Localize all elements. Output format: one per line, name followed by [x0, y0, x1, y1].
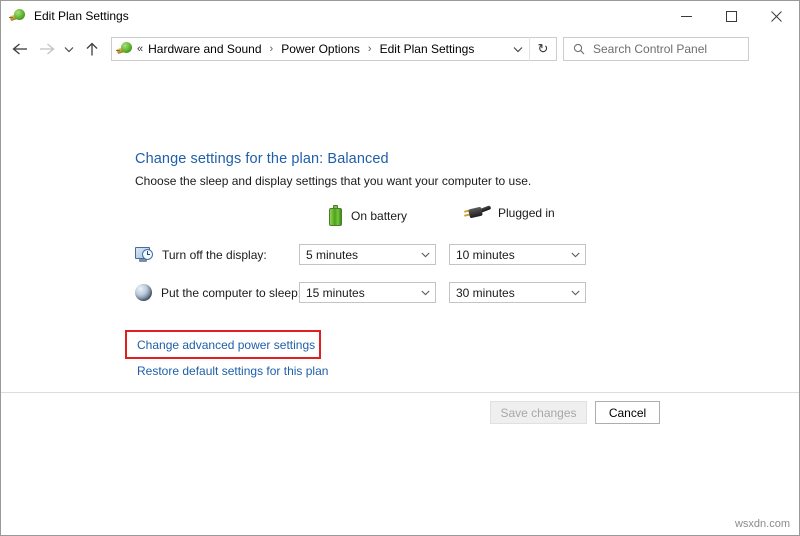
breadcrumb-separator[interactable]: ›: [362, 43, 378, 55]
navigation-bar: « Hardware and Sound › Power Options › E…: [1, 31, 799, 67]
setting-label: Turn off the display:: [162, 248, 267, 262]
minimize-icon[interactable]: [664, 1, 709, 31]
search-icon: [573, 43, 585, 55]
dropdown-display-on-battery[interactable]: 5 minutes: [299, 244, 436, 265]
page-title: Change settings for the plan: Balanced: [135, 151, 389, 167]
breadcrumb-item-edit-plan-settings[interactable]: Edit Plan Settings: [378, 41, 477, 57]
edit-plan-settings-window: Edit Plan Settings: [0, 0, 800, 536]
chevron-down-icon[interactable]: [415, 290, 435, 296]
column-header-plugged-in-label: Plugged in: [498, 206, 555, 220]
title-bar-left: Edit Plan Settings: [1, 8, 129, 24]
page-subtitle: Choose the sleep and display settings th…: [135, 174, 531, 188]
content-area: Change settings for the plan: Balanced C…: [1, 67, 799, 535]
dropdown-display-plugged-in[interactable]: 10 minutes: [449, 244, 586, 265]
window-title: Edit Plan Settings: [34, 10, 129, 22]
cancel-button[interactable]: Cancel: [595, 401, 660, 424]
close-icon[interactable]: [754, 1, 799, 31]
power-plan-icon: [10, 8, 26, 24]
battery-icon: [329, 205, 342, 226]
dropdown-sleep-on-battery-value: 15 minutes: [306, 287, 365, 299]
breadcrumb: « Hardware and Sound › Power Options › E…: [137, 41, 507, 57]
chevron-down-icon[interactable]: [415, 252, 435, 258]
title-bar: Edit Plan Settings: [1, 1, 799, 31]
chevron-down-icon[interactable]: [565, 252, 585, 258]
address-bar[interactable]: « Hardware and Sound › Power Options › E…: [111, 37, 557, 61]
back-arrow-icon[interactable]: [7, 34, 33, 64]
sleep-moon-icon: [135, 284, 152, 301]
recent-pages-chevron-icon[interactable]: [59, 34, 79, 64]
up-arrow-icon[interactable]: [79, 34, 105, 64]
dropdown-sleep-on-battery[interactable]: 15 minutes: [299, 282, 436, 303]
setting-label: Put the computer to sleep:: [161, 286, 301, 300]
column-header-plugged-in: Plugged in: [463, 205, 555, 221]
dropdown-sleep-plugged-in[interactable]: 30 minutes: [449, 282, 586, 303]
watermark: wsxdn.com: [735, 518, 790, 530]
save-changes-button[interactable]: Save changes: [490, 401, 587, 424]
forward-arrow-icon: [33, 34, 59, 64]
setting-row-sleep-label: Put the computer to sleep:: [135, 284, 301, 301]
link-restore-default-settings[interactable]: Restore default settings for this plan: [137, 364, 328, 378]
link-change-advanced-power-settings[interactable]: Change advanced power settings: [137, 338, 315, 352]
breadcrumb-item-hardware-and-sound[interactable]: Hardware and Sound: [146, 41, 263, 57]
dropdown-display-plugged-in-value: 10 minutes: [456, 249, 515, 261]
chevron-down-icon[interactable]: [565, 290, 585, 296]
dropdown-sleep-plugged-in-value: 30 minutes: [456, 287, 515, 299]
search-input[interactable]: [593, 39, 748, 59]
footer-separator: [1, 392, 799, 393]
maximize-icon[interactable]: [709, 1, 754, 31]
search-box[interactable]: [563, 37, 749, 61]
dropdown-display-on-battery-value: 5 minutes: [306, 249, 358, 261]
setting-row-turn-off-display-label: Turn off the display:: [135, 247, 267, 263]
chevron-down-icon[interactable]: [507, 38, 529, 60]
breadcrumb-separator[interactable]: ›: [264, 43, 280, 55]
breadcrumb-item-power-options[interactable]: Power Options: [279, 41, 362, 57]
column-header-on-battery-label: On battery: [351, 209, 407, 223]
window-controls: [664, 1, 799, 31]
display-clock-icon: [135, 247, 153, 263]
address-bar-power-plan-icon: [117, 41, 133, 57]
column-header-on-battery: On battery: [329, 205, 407, 226]
breadcrumb-overflow[interactable]: «: [137, 43, 146, 55]
refresh-icon[interactable]: ↻: [529, 37, 556, 61]
power-plug-icon: [463, 205, 489, 221]
